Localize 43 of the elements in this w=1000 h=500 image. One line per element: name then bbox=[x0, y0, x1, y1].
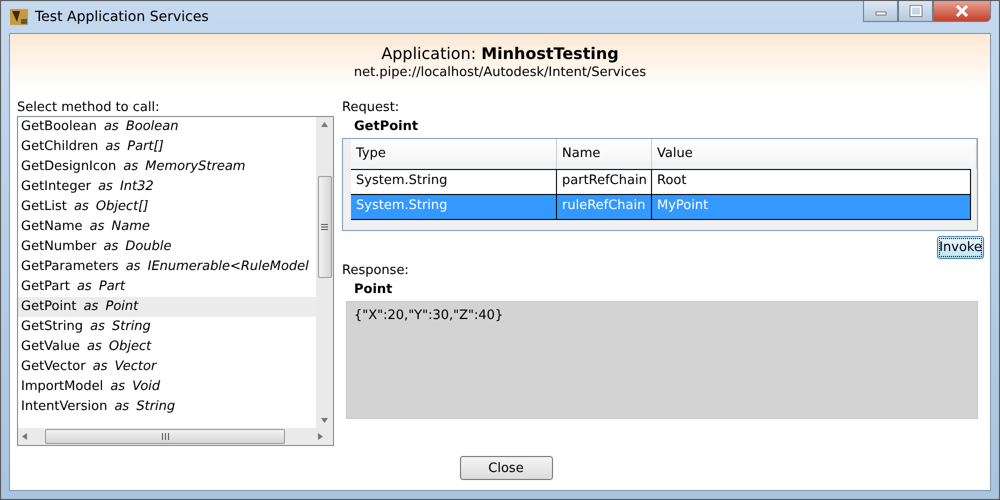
method-item[interactable]: GetParameters as IEnumerable<RuleModel bbox=[18, 256, 316, 277]
request-label: Request: bbox=[342, 100, 400, 116]
method-item[interactable]: GetString as String bbox=[18, 316, 316, 337]
close-button[interactable] bbox=[933, 1, 991, 22]
table-cell: System.String bbox=[351, 195, 557, 219]
method-item[interactable]: GetValue as Object bbox=[18, 336, 316, 357]
maximize-button[interactable] bbox=[898, 1, 933, 22]
method-item[interactable]: GetInteger as Int32 bbox=[18, 176, 316, 197]
method-item[interactable]: GetNumber as Double bbox=[18, 236, 316, 257]
method-item[interactable]: GetVector as Vector bbox=[18, 356, 316, 377]
method-item[interactable]: IntentVersion as String bbox=[18, 396, 316, 417]
minimize-button[interactable] bbox=[863, 1, 898, 22]
app-logo-icon bbox=[9, 7, 29, 27]
vertical-scrollbar[interactable] bbox=[316, 116, 333, 428]
response-label: Response: bbox=[342, 263, 410, 279]
method-item[interactable]: GetDesignIcon as MemoryStream bbox=[18, 156, 316, 177]
response-field: {"X":20,"Y":30,"Z":40} bbox=[346, 301, 978, 419]
close-button[interactable]: Close bbox=[460, 456, 552, 480]
scroll-down-arrow-icon[interactable] bbox=[321, 418, 328, 423]
method-item[interactable]: GetList as Object[] bbox=[18, 196, 316, 217]
close-icon bbox=[954, 5, 970, 17]
table-cell: ruleRefChain bbox=[557, 195, 652, 219]
scroll-up-arrow-icon[interactable] bbox=[321, 122, 328, 127]
application-title: Application: MinhostTesting bbox=[381, 44, 619, 63]
request-method: GetPoint bbox=[353, 118, 420, 136]
scroll-left-arrow-icon[interactable] bbox=[22, 433, 27, 440]
scroll-right-arrow-icon[interactable] bbox=[318, 433, 323, 440]
method-item[interactable]: GetBoolean as Boolean bbox=[18, 116, 316, 137]
method-item[interactable]: GetChildren as Part[] bbox=[18, 136, 316, 157]
method-list-label: Select method to call: bbox=[17, 100, 160, 116]
method-item[interactable]: GetPart as Part bbox=[18, 276, 316, 297]
horizontal-scrollbar[interactable] bbox=[18, 428, 333, 445]
maximize-icon bbox=[908, 5, 922, 17]
invoke-button[interactable]: Invoke bbox=[937, 236, 984, 258]
method-item[interactable]: ImportModel as Void bbox=[18, 376, 316, 397]
window-title: Test Application Services bbox=[35, 9, 209, 25]
grip-icon bbox=[162, 433, 168, 440]
response-type: Point bbox=[353, 281, 394, 299]
method-item[interactable]: GetPoint as Point bbox=[18, 296, 316, 317]
service-url: net.pipe://localhost/Autodesk/Intent/Services bbox=[354, 65, 646, 80]
grip-icon bbox=[321, 224, 328, 230]
parameter-row[interactable]: System.String partRefChain Root bbox=[351, 169, 971, 194]
method-item[interactable]: GetName as Name bbox=[18, 216, 316, 237]
